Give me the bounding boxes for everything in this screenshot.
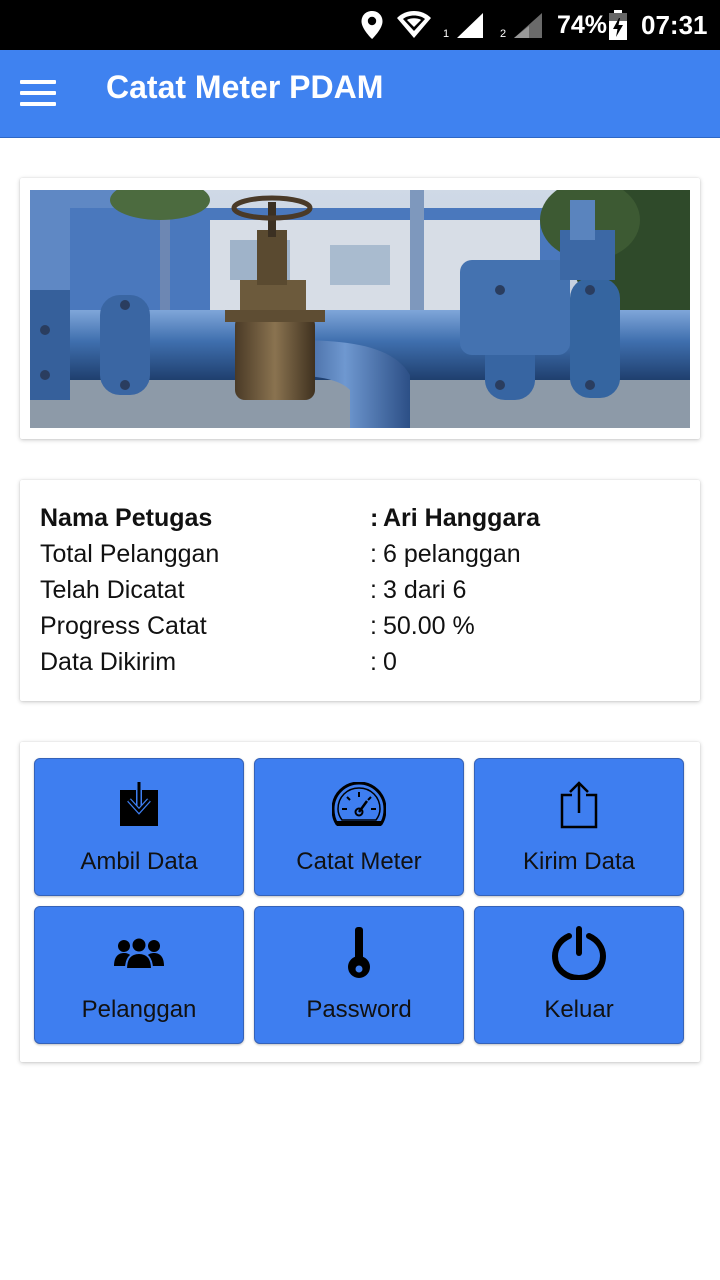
hero-image-water-pipes: [30, 190, 690, 428]
clock: 07:31: [641, 9, 708, 40]
tile-label: Pelanggan: [81, 996, 197, 1023]
info-value: 3 dari 6: [383, 576, 467, 604]
users-icon: [35, 925, 243, 981]
signal-icon: [454, 0, 484, 50]
ambil-data-button[interactable]: Ambil Data: [34, 758, 244, 896]
sim2-label: 2: [500, 28, 507, 40]
tile-label: Keluar: [544, 996, 614, 1023]
menu-card: Ambil Data Catat Meter Kirim Data Pelang…: [20, 742, 700, 1062]
upload-icon: [475, 777, 683, 833]
hero-card: [20, 178, 700, 439]
info-row-nama-petugas: Nama Petugas : Ari Hanggara: [40, 500, 680, 536]
tile-label: Kirim Data: [522, 848, 636, 875]
sim1-label: 1: [443, 28, 450, 40]
info-label: Progress Catat: [40, 612, 207, 640]
info-row-progress-catat: Progress Catat : 50.00 %: [40, 608, 680, 644]
info-label: Data Dikirim: [40, 648, 177, 676]
speedometer-icon: [255, 777, 463, 833]
tile-label: Password: [306, 996, 412, 1023]
info-separator: :: [370, 540, 377, 568]
power-icon: [475, 925, 683, 981]
info-label: Nama Petugas: [40, 504, 213, 532]
info-separator: :: [370, 504, 379, 532]
info-label: Total Pelanggan: [40, 540, 220, 568]
password-button[interactable]: Password: [254, 906, 464, 1044]
app-bar: Catat Meter PDAM: [0, 50, 720, 138]
info-row-data-dikirim: Data Dikirim : 0: [40, 644, 680, 680]
battery-percent: 74%: [557, 10, 608, 39]
signal-icon-weak: [511, 0, 543, 50]
catat-meter-button[interactable]: Catat Meter: [254, 758, 464, 896]
tile-label: Catat Meter: [296, 848, 422, 875]
info-value: 6 pelanggan: [383, 540, 521, 568]
info-value: 0: [383, 648, 397, 676]
tile-label: Ambil Data: [80, 848, 198, 875]
download-icon: [35, 777, 243, 833]
info-row-total-pelanggan: Total Pelanggan : 6 pelanggan: [40, 536, 680, 572]
hamburger-icon[interactable]: [14, 72, 62, 116]
kirim-data-button[interactable]: Kirim Data: [474, 758, 684, 896]
battery-charging-icon: [607, 0, 629, 50]
info-value: 50.00 %: [383, 612, 475, 640]
info-row-telah-dicatat: Telah Dicatat : 3 dari 6: [40, 572, 680, 608]
info-separator: :: [370, 648, 377, 676]
status-bar: 1 2 74% 07:31: [0, 0, 720, 50]
keluar-button[interactable]: Keluar: [474, 906, 684, 1044]
wifi-icon: [396, 0, 432, 50]
key-icon: [255, 925, 463, 981]
info-separator: :: [370, 576, 377, 604]
info-value: Ari Hanggara: [383, 504, 540, 532]
app-title: Catat Meter PDAM: [106, 69, 384, 105]
pelanggan-button[interactable]: Pelanggan: [34, 906, 244, 1044]
info-separator: :: [370, 612, 377, 640]
info-label: Telah Dicatat: [40, 576, 185, 604]
location-icon: [360, 0, 384, 50]
officer-info-card: Nama Petugas : Ari Hanggara Total Pelang…: [20, 480, 700, 701]
